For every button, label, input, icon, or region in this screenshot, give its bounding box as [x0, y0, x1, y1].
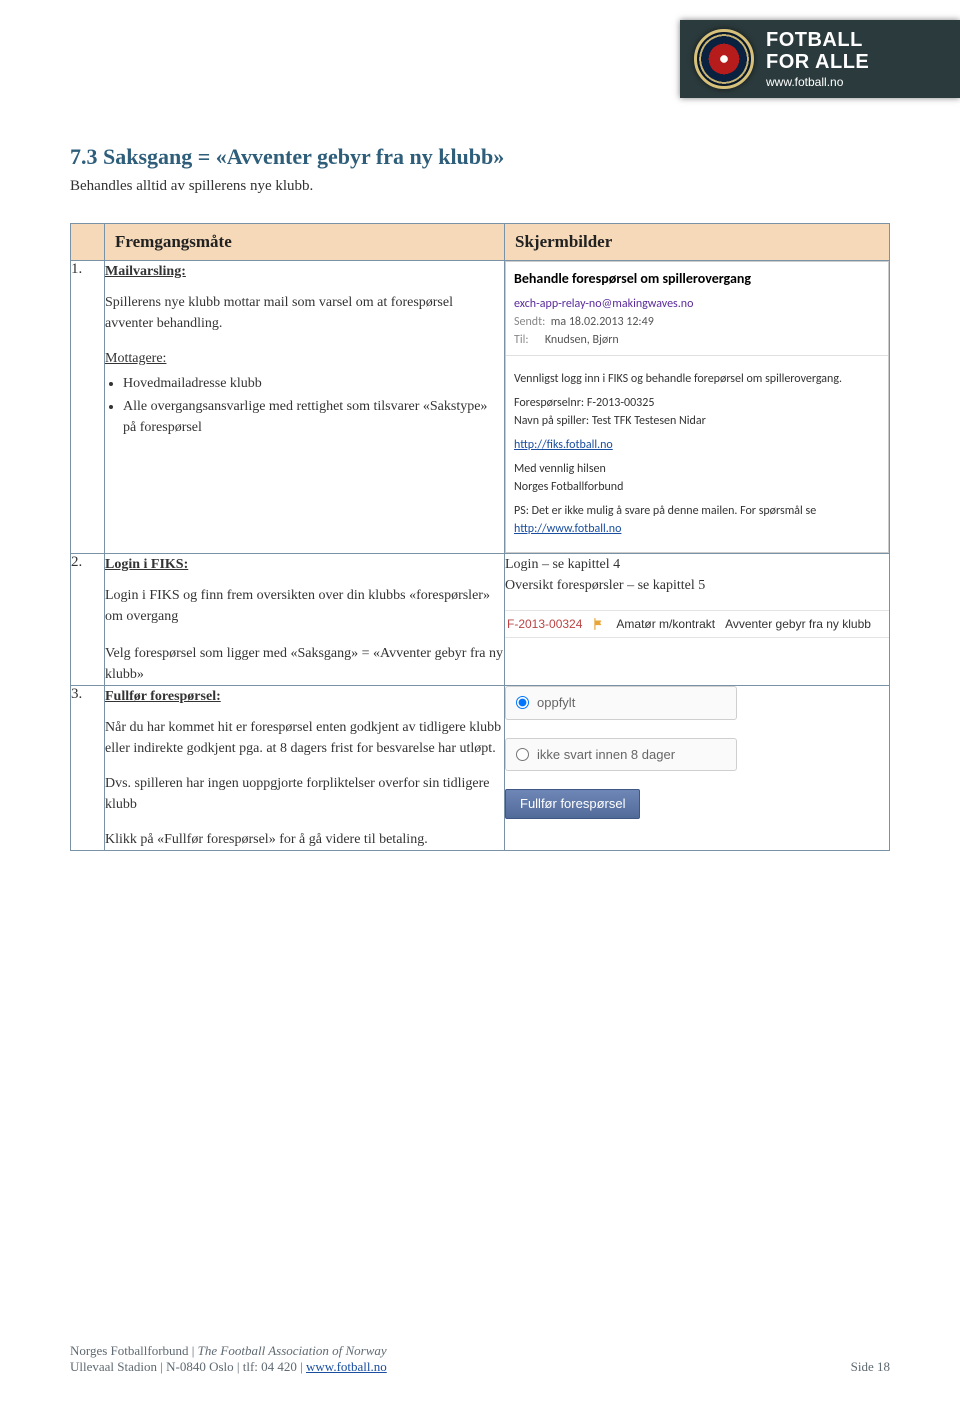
- footer-address: Ullevaal Stadion | N-0840 Oslo | tlf: 04…: [70, 1359, 306, 1374]
- email-screenshot: Behandle forespørsel om spillerovergang …: [505, 261, 889, 553]
- header-procedure: Fremgangsmåte: [105, 224, 505, 261]
- step2-p2: Velg forespørsel som ligger med «Saksgan…: [105, 643, 504, 685]
- step-number: 3.: [71, 686, 105, 851]
- email-subject: Behandle forespørsel om spillerovergang: [506, 262, 888, 295]
- email-sent-value: ma 18.02.2013 12:49: [551, 315, 654, 329]
- email-to-label: Til:: [514, 333, 529, 347]
- footer-link[interactable]: www.fotball.no: [306, 1359, 387, 1374]
- step1-content: Mailvarsling: Spillerens nye klubb motta…: [105, 261, 505, 554]
- email-p3: Navn på spiller: Test TFK Testesen Nidar: [514, 412, 880, 430]
- step3-p3: Klikk på «Fullfør forespørsel» for å gå …: [105, 829, 504, 850]
- brand-site: www.fotball.no: [766, 75, 843, 89]
- brand-text: FOTBALL FOR ALLE www.fotball.no: [766, 29, 869, 89]
- request-id: F-2013-00324: [507, 615, 582, 633]
- step3-content: Fullfør forespørsel: Når du har kommet h…: [105, 686, 505, 851]
- email-from: exch-app-relay-no@makingwaves.no: [514, 295, 880, 313]
- step3-p2: Dvs. spilleren har ingen uoppgjorte forp…: [105, 773, 504, 815]
- page-number: Side 18: [851, 1359, 890, 1375]
- email-p2: Forespørselnr: F-2013-00325: [514, 394, 880, 412]
- step1-recipients-label: Mottagere:: [105, 348, 504, 369]
- nff-crest-icon: [694, 29, 754, 89]
- document-page: FOTBALL FOR ALLE www.fotball.no 7.3 Saks…: [0, 0, 960, 1411]
- step2-right1: Login – se kapittel 4: [505, 554, 889, 575]
- brand-line2: FOR ALLE: [766, 51, 869, 73]
- email-meta: exch-app-relay-no@makingwaves.no Sendt: …: [506, 295, 888, 356]
- footer-org-en: The Football Association of Norway: [198, 1343, 387, 1358]
- option-no-reply: ikke svart innen 8 dager: [505, 738, 737, 772]
- step3-title: Fullfør forespørsel:: [105, 686, 504, 707]
- footer-org: Norges Fotballforbund |: [70, 1343, 198, 1358]
- step3-p1: Når du har kommet hit er forespørsel ent…: [105, 717, 504, 759]
- section-intro: Behandles alltid av spillerens nye klubb…: [70, 178, 890, 195]
- step3-screenshot: oppfylt ikke svart innen 8 dager Fullfør…: [505, 686, 890, 851]
- request-status: Avventer gebyr fra ny klubb: [725, 615, 871, 633]
- step2-content: Login i FIKS: Login i FIKS og finn frem …: [105, 554, 505, 686]
- step2-p1: Login i FIKS og finn frem oversikten ove…: [105, 585, 504, 627]
- complete-request-button[interactable]: Fullfør forespørsel: [505, 789, 640, 819]
- table-row: 1. Mailvarsling: Spillerens nye klubb mo…: [71, 261, 890, 554]
- list-item: Alle overgangsansvarlige med rettighet s…: [123, 396, 504, 438]
- step1-p1: Spillerens nye klubb mottar mail som var…: [105, 292, 504, 334]
- step1-recipients-list: Hovedmailadresse klubb Alle overgangsans…: [123, 373, 504, 438]
- option-fulfilled-label: oppfylt: [537, 693, 575, 713]
- email-body: Vennligst logg inn i FIKS og behandle fo…: [506, 356, 888, 552]
- email-p5: Norges Fotballforbund: [514, 478, 880, 496]
- page-footer: Norges Fotballforbund | The Football Ass…: [70, 1343, 890, 1375]
- table-header-row: Fremgangsmåte Skjermbilder: [71, 224, 890, 261]
- request-type: Amatør m/kontrakt: [616, 615, 715, 633]
- section-heading: 7.3 Saksgang = «Avventer gebyr fra ny kl…: [70, 144, 890, 170]
- footer-left: Norges Fotballforbund | The Football Ass…: [70, 1343, 387, 1375]
- email-fiks-link[interactable]: http://fiks.fotball.no: [514, 438, 613, 452]
- radio-no-reply[interactable]: [516, 748, 529, 761]
- list-item: Hovedmailadresse klubb: [123, 373, 504, 394]
- email-sent-label: Sendt:: [514, 315, 545, 329]
- option-no-reply-label: ikke svart innen 8 dager: [537, 745, 675, 765]
- step-number: 2.: [71, 554, 105, 686]
- option-fulfilled: oppfylt: [505, 686, 737, 720]
- email-footer-link[interactable]: http://www.fotball.no: [514, 522, 621, 536]
- brand-line1: FOTBALL: [766, 29, 863, 51]
- header-spacer: [71, 224, 105, 261]
- brand-badge: FOTBALL FOR ALLE www.fotball.no: [680, 20, 960, 98]
- radio-fulfilled[interactable]: [516, 696, 529, 709]
- email-to-value: Knudsen, Bjørn: [545, 333, 619, 347]
- procedure-table: Fremgangsmåte Skjermbilder 1. Mailvarsli…: [70, 223, 890, 851]
- step1-title: Mailvarsling:: [105, 261, 504, 282]
- header-screenshots: Skjermbilder: [505, 224, 890, 261]
- step2-screenshot: Login – se kapittel 4 Oversikt forespørs…: [505, 554, 890, 686]
- email-p1: Vennligst logg inn i FIKS og behandle fo…: [514, 370, 880, 388]
- step2-title: Login i FIKS:: [105, 554, 504, 575]
- email-ps-text: PS: Det er ikke mulig å svare på denne m…: [514, 504, 816, 518]
- step1-screenshot: Behandle forespørsel om spillerovergang …: [505, 261, 890, 554]
- request-row-mock: F-2013-00324 Amatør m/kontrakt Avventer …: [505, 610, 889, 638]
- step-number: 1.: [71, 261, 105, 554]
- email-p4: Med vennlig hilsen: [514, 460, 880, 478]
- table-row: 3. Fullfør forespørsel: Når du har komme…: [71, 686, 890, 851]
- flag-icon: [592, 617, 606, 631]
- table-row: 2. Login i FIKS: Login i FIKS og finn fr…: [71, 554, 890, 686]
- step2-right2: Oversikt forespørsler – se kapittel 5: [505, 575, 889, 596]
